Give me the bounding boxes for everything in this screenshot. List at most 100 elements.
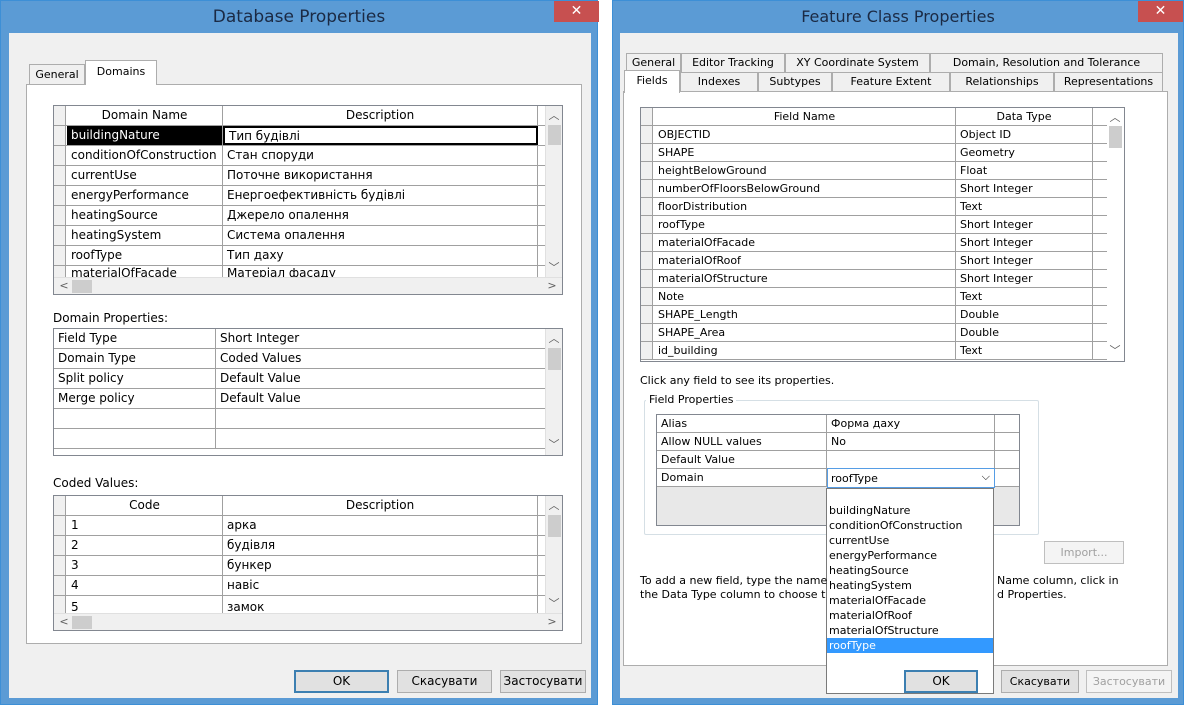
column-header-description[interactable]: Description xyxy=(223,496,538,515)
vertical-scrollbar[interactable]: ︿ ﹀ xyxy=(1107,108,1124,361)
table-row[interactable]: roofType Тип даху xyxy=(54,246,562,266)
table-row[interactable]: Domain Type Coded Values xyxy=(54,349,562,369)
ok-button[interactable]: OK xyxy=(294,670,389,693)
scroll-thumb[interactable] xyxy=(72,616,92,629)
tab-relationships[interactable]: Relationships xyxy=(950,72,1054,92)
import-button[interactable]: Import... xyxy=(1044,541,1124,564)
table-row[interactable]: SHAPE Geometry xyxy=(641,144,1124,162)
table-row[interactable]: Default Value xyxy=(657,451,1019,469)
scroll-right-icon[interactable]: > xyxy=(544,614,560,630)
scroll-thumb[interactable] xyxy=(548,125,561,145)
close-button[interactable]: ✕ xyxy=(1138,1,1183,22)
dropdown-option[interactable]: heatingSource xyxy=(827,563,993,578)
table-row[interactable] xyxy=(54,429,562,449)
dropdown-option[interactable]: materialOfFacade xyxy=(827,593,993,608)
scroll-down-icon[interactable]: ﹀ xyxy=(1107,343,1123,359)
table-row[interactable]: Merge policy Default Value xyxy=(54,389,562,409)
scroll-down-icon[interactable]: ﹀ xyxy=(546,260,562,276)
table-row[interactable]: 1 арка xyxy=(54,516,562,536)
table-row[interactable]: heatingSource Джерело опалення xyxy=(54,206,562,226)
ok-button[interactable]: OK xyxy=(904,670,978,693)
table-row[interactable]: materialOfFacade Short Integer xyxy=(641,234,1124,252)
scroll-thumb[interactable] xyxy=(72,280,92,293)
fields-grid: Field Name Data Type OBJECTID Object ID S… xyxy=(640,107,1125,362)
tab-general[interactable]: General xyxy=(29,64,85,84)
scroll-thumb[interactable] xyxy=(548,348,561,370)
dropdown-option[interactable]: conditionOfConstruction xyxy=(827,518,993,533)
scroll-up-icon[interactable]: ︿ xyxy=(546,108,562,124)
tab-subtypes[interactable]: Subtypes xyxy=(758,72,832,92)
scroll-up-icon[interactable]: ︿ xyxy=(1107,110,1123,126)
scroll-left-icon[interactable]: < xyxy=(56,278,72,294)
dropdown-option[interactable]: energyPerformance xyxy=(827,548,993,563)
table-row[interactable]: materialOfRoof Short Integer xyxy=(641,252,1124,270)
table-row[interactable] xyxy=(54,409,562,429)
table-row[interactable]: numberOfFloorsBelowGround Short Integer xyxy=(641,180,1124,198)
dropdown-option[interactable] xyxy=(827,489,993,503)
vertical-scrollbar[interactable]: ︿ ﹀ xyxy=(545,329,562,455)
table-row[interactable]: currentUse Поточне використання xyxy=(54,166,562,186)
cancel-button[interactable]: Скасувати xyxy=(1001,670,1079,693)
tab-fields[interactable]: Fields xyxy=(624,70,680,93)
scroll-down-icon[interactable]: ﹀ xyxy=(546,437,562,453)
dropdown-option[interactable]: currentUse xyxy=(827,533,993,548)
scroll-up-icon[interactable]: ︿ xyxy=(546,498,562,514)
vertical-scrollbar[interactable]: ︿ ﹀ xyxy=(545,106,562,278)
tab-xy-coordinate-system[interactable]: XY Coordinate System xyxy=(785,53,930,72)
column-header-description[interactable]: Description xyxy=(223,106,538,125)
scroll-thumb[interactable] xyxy=(1109,126,1122,148)
table-row[interactable]: SHAPE_Length Double xyxy=(641,306,1124,324)
dropdown-option[interactable]: materialOfRoof xyxy=(827,608,993,623)
table-row[interactable]: Alias Форма даху xyxy=(657,415,1019,433)
tab-indexes[interactable]: Indexes xyxy=(680,72,758,92)
scroll-up-icon[interactable]: ︿ xyxy=(546,331,562,347)
cancel-button[interactable]: Скасувати xyxy=(397,670,492,693)
table-row[interactable]: Note Text xyxy=(641,288,1124,306)
vertical-scrollbar[interactable]: ︿ ﹀ xyxy=(545,496,562,614)
scroll-right-icon[interactable]: > xyxy=(544,278,560,294)
table-row[interactable]: heightBelowGround Float xyxy=(641,162,1124,180)
table-row[interactable]: energyPerformance Енергоефективність буді… xyxy=(54,186,562,206)
column-header-data-type[interactable]: Data Type xyxy=(956,108,1093,125)
column-header-field-name[interactable]: Field Name xyxy=(654,108,956,125)
dropdown-option[interactable]: buildingNature xyxy=(827,503,993,518)
column-header-code[interactable]: Code xyxy=(67,496,223,515)
horizontal-scrollbar[interactable]: < > xyxy=(54,613,562,630)
close-button[interactable]: ✕ xyxy=(554,1,599,22)
scroll-down-icon[interactable]: ﹀ xyxy=(546,596,562,612)
horizontal-scrollbar[interactable]: < > xyxy=(54,277,562,294)
table-row[interactable]: conditionOfConstruction Стан споруди xyxy=(54,146,562,166)
domain-combobox[interactable]: roofType ⌵ xyxy=(827,468,995,488)
table-row[interactable]: 5 замок xyxy=(54,596,562,614)
apply-button[interactable]: Застосувати xyxy=(500,670,586,693)
table-row[interactable]: roofType Short Integer xyxy=(641,216,1124,234)
title-bar[interactable]: Feature Class Properties ✕ xyxy=(613,1,1183,33)
scroll-left-icon[interactable]: < xyxy=(56,614,72,630)
domain-dropdown-list[interactable]: buildingNature conditionOfConstruction c… xyxy=(826,488,994,694)
table-row[interactable]: Field Type Short Integer xyxy=(54,329,562,349)
table-row[interactable]: floorDistribution Text xyxy=(641,198,1124,216)
table-row[interactable]: 4 навіс xyxy=(54,576,562,596)
table-row[interactable]: materialOfStructure Short Integer xyxy=(641,270,1124,288)
table-row[interactable]: Split policy Default Value xyxy=(54,369,562,389)
table-row[interactable]: OBJECTID Object ID xyxy=(641,126,1124,144)
tab-feature-extent[interactable]: Feature Extent xyxy=(832,72,950,92)
dropdown-option[interactable]: heatingSystem xyxy=(827,578,993,593)
table-row[interactable]: 2 будівля xyxy=(54,536,562,556)
title-bar[interactable]: Database Properties ✕ xyxy=(1,1,599,33)
tab-domains[interactable]: Domains xyxy=(85,60,157,85)
dropdown-option-selected[interactable]: roofType xyxy=(827,638,993,653)
table-row[interactable]: heatingSystem Система опалення xyxy=(54,226,562,246)
apply-button[interactable]: Застосувати xyxy=(1086,670,1172,693)
table-row[interactable]: buildingNature Тип будівлі xyxy=(54,126,562,146)
table-row[interactable]: Allow NULL values No xyxy=(657,433,1019,451)
tab-domain-resolution-tolerance[interactable]: Domain, Resolution and Tolerance xyxy=(930,53,1163,72)
table-row[interactable]: SHAPE_Area Double xyxy=(641,324,1124,342)
table-row[interactable]: 3 бункер xyxy=(54,556,562,576)
tab-editor-tracking[interactable]: Editor Tracking xyxy=(681,53,785,72)
scroll-thumb[interactable] xyxy=(548,515,561,537)
column-header-domain-name[interactable]: Domain Name xyxy=(67,106,223,125)
dropdown-option[interactable]: materialOfStructure xyxy=(827,623,993,638)
tab-representations[interactable]: Representations xyxy=(1054,72,1163,92)
table-row[interactable]: id_building Text xyxy=(641,342,1124,360)
